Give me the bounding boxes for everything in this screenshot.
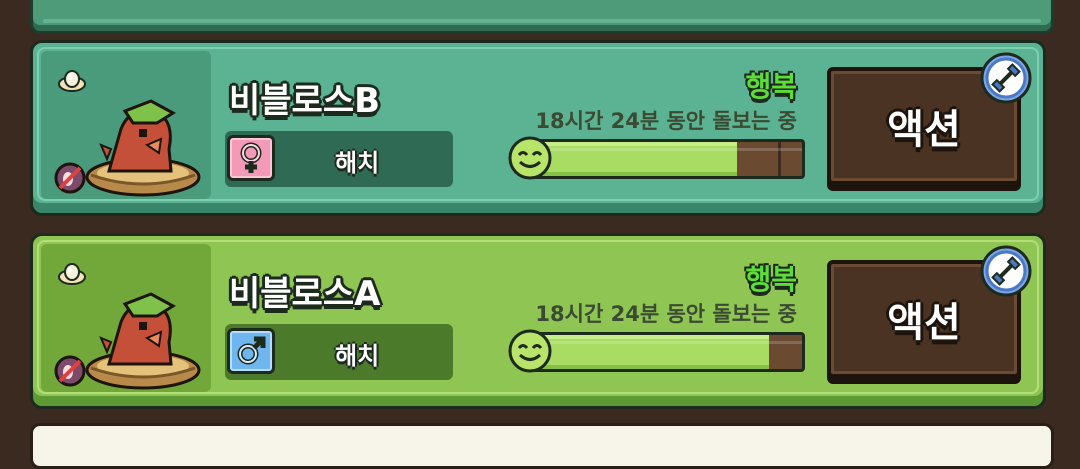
- happiness-bar: [507, 328, 807, 374]
- bar-highlight: [530, 341, 802, 344]
- smiley-icon: [508, 136, 552, 180]
- action-label: 액션: [887, 107, 961, 153]
- no-breed-icon: [54, 355, 86, 387]
- dino-card-b[interactable]: 비블로스B 해치 행복 18시간 24분 동안 돌보는 중 액션: [30, 40, 1046, 216]
- dino-name: 비블로스A: [229, 274, 381, 314]
- action-label: 액션: [887, 300, 961, 346]
- bar-highlight: [530, 148, 802, 151]
- nest-dino-icon: [85, 292, 201, 390]
- stage-label: 해치: [335, 342, 380, 370]
- no-breed-icon: [54, 162, 86, 194]
- gender-stage-panel: 해치: [225, 131, 453, 187]
- smiley-icon: [508, 329, 552, 373]
- care-time-label: 18시간 24분 동안 돌보는 중: [535, 109, 797, 133]
- dumbbell-icon[interactable]: [979, 51, 1033, 105]
- gender-stage-panel: 해치: [225, 324, 453, 380]
- portrait-area: [41, 244, 211, 392]
- previous-card-partial: [30, 0, 1054, 34]
- mood-label: 행복: [745, 70, 797, 103]
- happiness-bar: [507, 135, 807, 181]
- nest-dino-icon: [85, 99, 201, 197]
- dino-card-a[interactable]: 비블로스A 해치 행복 18시간 24분 동안 돌보는 중 액션: [30, 233, 1046, 409]
- next-card-partial: [30, 423, 1054, 469]
- mood-label: 행복: [745, 263, 797, 296]
- male-icon: [237, 336, 266, 365]
- portrait-area: [41, 51, 211, 199]
- happiness-track: [527, 332, 805, 372]
- stage-label: 해치: [335, 149, 380, 177]
- care-time-label: 18시간 24분 동안 돌보는 중: [535, 302, 797, 326]
- happiness-track: [527, 139, 805, 179]
- female-badge: [227, 135, 275, 181]
- female-icon: [240, 142, 262, 173]
- male-badge: [227, 328, 275, 374]
- dumbbell-icon[interactable]: [979, 244, 1033, 298]
- dino-name: 비블로스B: [229, 81, 381, 121]
